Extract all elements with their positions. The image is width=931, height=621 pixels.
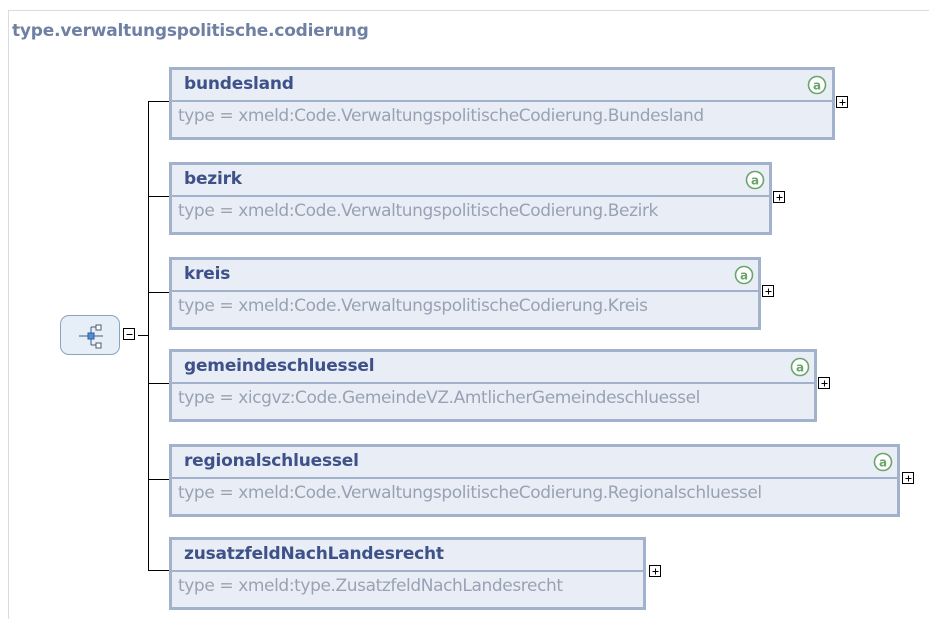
svg-text:a: a: [751, 174, 759, 188]
element-box-kreis[interactable]: kreis type = xmeld:Code.Verwaltungspolit…: [169, 257, 761, 330]
element-name: bundesland: [184, 74, 294, 94]
element-box-regionalschluessel[interactable]: regionalschluessel type = xmeld:Code.Ver…: [169, 444, 900, 517]
collapse-sequence-icon[interactable]: [123, 328, 135, 340]
element-type-row: type = xmeld:Code.VerwaltungspolitischeC…: [172, 479, 897, 514]
element-name-row: gemeindeschluessel: [172, 352, 814, 382]
expand-bundesland-icon[interactable]: [836, 96, 848, 108]
sequence-compositor-icon[interactable]: [60, 315, 120, 355]
connector-gemeindeschluessel: [148, 383, 169, 384]
element-type: type = xmeld:Code.VerwaltungspolitischeC…: [178, 201, 658, 221]
element-box-zusatzfeld[interactable]: zusatzfeldNachLandesrecht type = xmeld:t…: [169, 537, 646, 610]
diagram-title: type.verwaltungspolitische.codierung: [12, 21, 369, 41]
element-name-row: bezirk: [172, 165, 769, 195]
svg-text:a: a: [796, 361, 804, 375]
connector-kreis: [148, 292, 169, 293]
element-box-gemeindeschluessel[interactable]: gemeindeschluessel type = xicgvz:Code.Ge…: [169, 349, 817, 422]
element-type-row: type = xicgvz:Code.GemeindeVZ.AmtlicherG…: [172, 384, 814, 419]
attribute-a-icon: a: [873, 452, 893, 472]
svg-text:a: a: [879, 456, 887, 470]
expand-bezirk-icon[interactable]: [773, 191, 785, 203]
element-type: type = xmeld:Code.VerwaltungspolitischeC…: [178, 483, 762, 503]
svg-text:a: a: [813, 79, 821, 93]
expand-gemeindeschluessel-icon[interactable]: [818, 377, 830, 389]
connector-regionalschluessel: [148, 479, 169, 480]
element-type: type = xmeld:type.ZusatzfeldNachLandesre…: [178, 576, 563, 596]
element-name: gemeindeschluessel: [184, 356, 375, 376]
element-type-row: type = xmeld:Code.VerwaltungspolitischeC…: [172, 102, 832, 137]
element-name: bezirk: [184, 169, 242, 189]
expand-zusatzfeld-icon[interactable]: [649, 565, 661, 577]
element-type-row: type = xmeld:Code.VerwaltungspolitischeC…: [172, 197, 769, 232]
element-type: type = xmeld:Code.VerwaltungspolitischeC…: [178, 296, 648, 316]
element-type: type = xmeld:Code.VerwaltungspolitischeC…: [178, 106, 704, 126]
attribute-a-icon: a: [745, 170, 765, 190]
connector-zusatzfeld: [148, 570, 169, 571]
connector-bezirk: [148, 196, 169, 197]
attribute-a-icon: a: [790, 357, 810, 377]
element-name-row: zusatzfeldNachLandesrecht: [172, 540, 643, 570]
expand-regionalschluessel-icon[interactable]: [902, 472, 914, 484]
svg-text:a: a: [740, 269, 748, 283]
element-name-row: regionalschluessel: [172, 447, 897, 477]
element-name-row: kreis: [172, 260, 758, 290]
element-type: type = xicgvz:Code.GemeindeVZ.AmtlicherG…: [178, 388, 700, 408]
element-type-row: type = xmeld:type.ZusatzfeldNachLandesre…: [172, 572, 643, 607]
element-name-row: bundesland: [172, 70, 832, 100]
element-name: kreis: [184, 264, 231, 284]
element-type-row: type = xmeld:Code.VerwaltungspolitischeC…: [172, 292, 758, 327]
element-box-bundesland[interactable]: bundesland type = xmeld:Code.Verwaltungs…: [169, 67, 835, 140]
element-box-bezirk[interactable]: bezirk type = xmeld:Code.Verwaltungspoli…: [169, 162, 772, 235]
expand-kreis-icon[interactable]: [762, 285, 774, 297]
element-name: zusatzfeldNachLandesrecht: [184, 544, 444, 564]
attribute-a-icon: a: [807, 75, 827, 95]
sequence-branch-line: [148, 101, 149, 571]
connector-bundesland: [148, 101, 169, 102]
sequence-stem-line: [138, 335, 149, 336]
attribute-a-icon: a: [734, 265, 754, 285]
element-name: regionalschluessel: [184, 451, 359, 471]
